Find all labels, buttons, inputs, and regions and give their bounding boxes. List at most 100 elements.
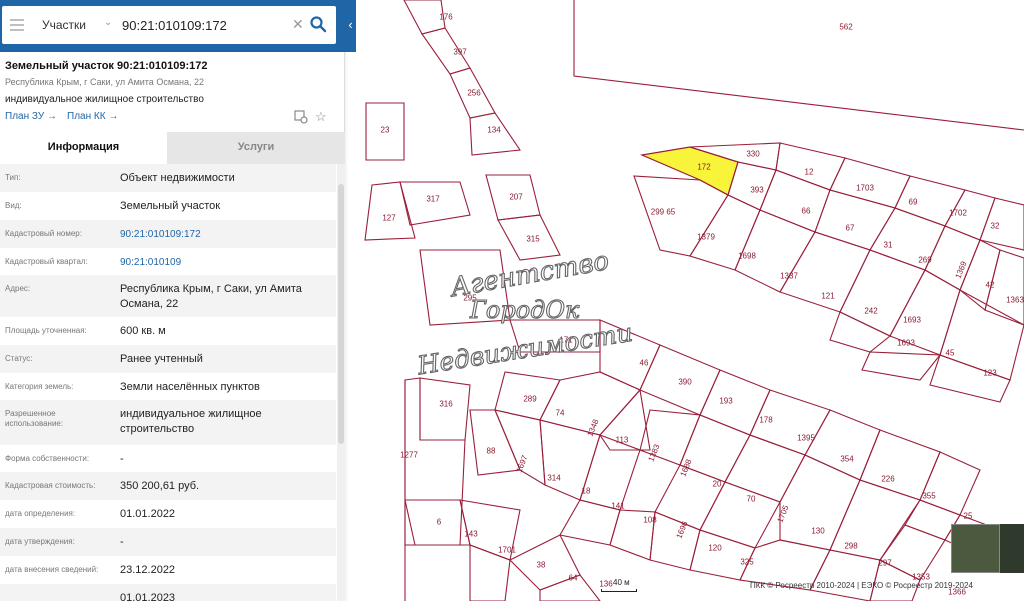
object-header: Земельный участок 90:21:010109:172 Респу… [0, 52, 345, 132]
parcel-number-label: 38 [536, 560, 546, 570]
property-value: 01.01.2022 [120, 508, 176, 520]
parcel-number-label: 193 [719, 396, 733, 406]
property-label: Вид: [5, 201, 22, 210]
parcel-number-label: 1698 [738, 251, 756, 261]
parcel-88 [469, 409, 521, 476]
parcel-number-label: 289 [523, 394, 537, 404]
parcel-number-label: 298 [844, 541, 858, 551]
parcel-316 [419, 377, 471, 441]
parcel-number-label: 121 [821, 291, 835, 301]
star-icon[interactable]: ☆ [315, 109, 327, 125]
parcel-number-label: 207 [509, 192, 523, 202]
search-type-select[interactable]: Участки [42, 18, 86, 32]
property-label: Тип: [5, 173, 21, 182]
parcel-1383 [679, 414, 751, 483]
parcel-242 [829, 311, 892, 353]
parcel-number-label: 1363 [1006, 295, 1024, 305]
parcel-number-label: 18 [581, 486, 591, 496]
parcel-number-label: 1277 [400, 450, 418, 460]
property-value: - [120, 536, 124, 548]
parcel-number-label: 67 [845, 223, 855, 233]
parcel-562 [573, 0, 1024, 131]
plan-zu-link[interactable]: План ЗУ → [5, 111, 57, 122]
parcel-number-label: 1693 [903, 315, 921, 325]
copy-location-icon[interactable] [294, 110, 308, 124]
panel-scrollbar[interactable] [337, 164, 345, 601]
tab-information[interactable]: Информация [0, 132, 167, 164]
parcel-number-label: 1703 [856, 183, 874, 193]
parcel-number-label: 390 [678, 377, 692, 387]
parcel-number-label: 176 [439, 12, 453, 22]
parcel-number-label: 45 [945, 348, 955, 358]
parcel-number-label: 242 [864, 306, 878, 316]
search-bar: Участки ⌄ ✕ ‹ [0, 0, 356, 52]
property-row: Кадастровый номер: 90:21:010109:172 [0, 220, 336, 248]
parcel-226 [919, 451, 981, 516]
tab-services[interactable]: Услуги [167, 132, 345, 164]
property-value: 350 200,61 руб. [120, 480, 200, 492]
parcel-number-label: 171 [559, 335, 573, 345]
basemap-thumbnail[interactable] [951, 524, 1000, 573]
parcel-number-label: 66 [801, 206, 811, 216]
property-label: дата внесения сведений: [5, 565, 99, 574]
parcel-number-label: 316 [439, 399, 453, 409]
parcel-number-label: 25 [963, 511, 973, 521]
parcel-66 [759, 169, 831, 233]
property-row: Кадастровая стоимость: 350 200,61 руб. [0, 472, 336, 500]
parcel-number-label: 295 [463, 293, 477, 303]
parcel-number-label: 141 [611, 501, 625, 511]
property-row: Статус: Ранее учтенный [0, 345, 336, 373]
property-value: Республика Крым, г Саки, ул Амита Османа… [120, 283, 302, 310]
parcel-number-label: 130 [811, 526, 825, 536]
parcel-127 [364, 181, 416, 241]
property-row: Тип: Объект недвижимости [0, 164, 336, 192]
parcel-number-label: 1701 [498, 545, 516, 555]
search-icon[interactable] [309, 15, 327, 33]
property-label: Кадастровая стоимость: [5, 481, 96, 490]
parcel-120 [689, 529, 756, 581]
property-row: Разрешенное использование: индивидуальное… [0, 400, 336, 445]
basemap-switch-button[interactable] [1000, 524, 1024, 573]
collapse-panel-button[interactable]: ‹ [345, 12, 356, 38]
property-value-link[interactable]: 90:21:010109:172 [120, 227, 330, 242]
parcel-32 [979, 197, 1024, 251]
parcel-number-label: 397 [453, 47, 467, 57]
property-value: - [120, 453, 124, 465]
parcel-number-label: 6 [436, 517, 442, 527]
property-value: Земельный участок [120, 200, 221, 212]
parcel-number-label: 314 [547, 473, 561, 483]
parcel-number-label: 299 65 [650, 207, 676, 217]
property-row: Вид: Земельный участок [0, 192, 336, 220]
parcel-number-label: 46 [639, 358, 649, 368]
scale-label: 40 м [613, 578, 630, 587]
property-row: Категория земель: Земли населённых пункто… [0, 373, 336, 400]
property-label: Статус: [5, 354, 33, 363]
parcel-number-label: 1379 [697, 232, 715, 242]
property-row: Адрес: Республика Крым, г Саки, ул Амита … [0, 275, 336, 317]
parcel-number-label: 256 [467, 88, 481, 98]
scrollbar-thumb[interactable] [338, 184, 344, 444]
parcel-number-label: 113 [615, 435, 629, 445]
menu-icon[interactable] [9, 17, 25, 33]
property-row: Кадастровый квартал: 90:21:010109 [0, 248, 336, 275]
chevron-down-icon[interactable]: ⌄ [104, 17, 112, 28]
search-box: Участки ⌄ ✕ [2, 6, 336, 44]
parcel-number-label: 108 [643, 515, 657, 525]
plan-kk-link[interactable]: План КК → [67, 111, 118, 122]
parcel-number-label: 172 [697, 162, 711, 172]
property-value-link[interactable]: 90:21:010109 [120, 255, 330, 270]
property-row: Площадь уточненная: 600 кв. м [0, 317, 336, 345]
parcel-299 [633, 175, 729, 257]
parcel-number-label: 297 [878, 558, 892, 568]
parcel-number-label: 355 [922, 491, 936, 501]
clear-icon[interactable]: ✕ [292, 16, 304, 33]
parcel-number-label: 1337 [780, 271, 798, 281]
search-input[interactable] [122, 14, 287, 36]
parcel-number-label: 88 [486, 446, 496, 456]
property-row: дата внесения сведений: 23.12.2022 [0, 556, 336, 584]
parcel-31 [869, 207, 946, 271]
property-label: Категория земель: [5, 382, 74, 391]
parcel-number-label: 178 [759, 415, 773, 425]
parcel-number-label: 315 [526, 234, 540, 244]
property-row: Форма собственности: - [0, 445, 336, 472]
